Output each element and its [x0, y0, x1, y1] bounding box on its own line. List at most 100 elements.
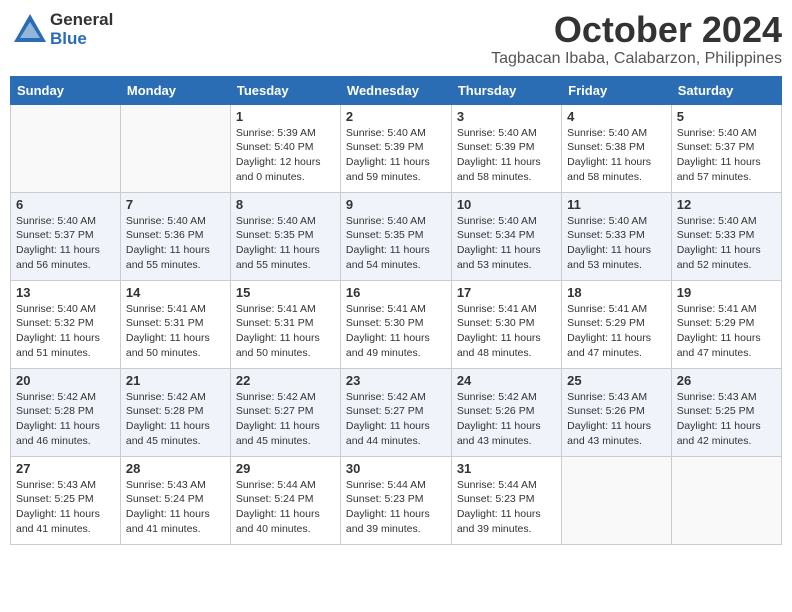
- calendar-cell: [120, 104, 230, 192]
- cell-day-number: 28: [126, 461, 225, 476]
- weekday-header-tuesday: Tuesday: [230, 76, 340, 104]
- cell-day-number: 23: [346, 373, 446, 388]
- cell-day-number: 30: [346, 461, 446, 476]
- cell-info-text: Sunrise: 5:43 AM Sunset: 5:24 PM Dayligh…: [126, 478, 225, 537]
- cell-info-text: Sunrise: 5:40 AM Sunset: 5:36 PM Dayligh…: [126, 214, 225, 273]
- cell-day-number: 29: [236, 461, 335, 476]
- cell-info-text: Sunrise: 5:42 AM Sunset: 5:28 PM Dayligh…: [16, 390, 115, 449]
- cell-day-number: 24: [457, 373, 556, 388]
- calendar-cell: [671, 456, 781, 544]
- cell-day-number: 19: [677, 285, 776, 300]
- cell-info-text: Sunrise: 5:41 AM Sunset: 5:30 PM Dayligh…: [457, 302, 556, 361]
- cell-info-text: Sunrise: 5:42 AM Sunset: 5:27 PM Dayligh…: [346, 390, 446, 449]
- calendar-cell: 19Sunrise: 5:41 AM Sunset: 5:29 PM Dayli…: [671, 280, 781, 368]
- cell-day-number: 7: [126, 197, 225, 212]
- calendar-cell: 7 Sunrise: 5:40 AM Sunset: 5:36 PM Daylig…: [120, 192, 230, 280]
- logo-general-text: General: [50, 11, 113, 30]
- calendar-cell: 1Sunrise: 5:39 AM Sunset: 5:40 PM Daylig…: [230, 104, 340, 192]
- cell-info-text: Sunrise: 5:41 AM Sunset: 5:31 PM Dayligh…: [236, 302, 335, 361]
- weekday-header-sunday: Sunday: [11, 76, 121, 104]
- cell-day-number: 22: [236, 373, 335, 388]
- cell-info-text: Sunrise: 5:40 AM Sunset: 5:33 PM Dayligh…: [677, 214, 776, 273]
- calendar-cell: 27 Sunrise: 5:43 AM Sunset: 5:25 PM Dayli…: [11, 456, 121, 544]
- week-row-4: 20 Sunrise: 5:42 AM Sunset: 5:28 PM Dayli…: [11, 368, 782, 456]
- cell-info-text: Sunrise: 5:40 AM Sunset: 5:39 PM Dayligh…: [346, 126, 446, 185]
- weekday-header-row: SundayMondayTuesdayWednesdayThursdayFrid…: [11, 76, 782, 104]
- calendar-cell: 8 Sunrise: 5:40 AM Sunset: 5:35 PM Daylig…: [230, 192, 340, 280]
- cell-info-text: Sunrise: 5:44 AM Sunset: 5:24 PM Dayligh…: [236, 478, 335, 537]
- calendar-cell: 9 Sunrise: 5:40 AM Sunset: 5:35 PM Daylig…: [340, 192, 451, 280]
- calendar-cell: 21Sunrise: 5:42 AM Sunset: 5:28 PM Dayli…: [120, 368, 230, 456]
- cell-day-number: 6: [16, 197, 115, 212]
- cell-day-number: 9: [346, 197, 446, 212]
- cell-day-number: 15: [236, 285, 335, 300]
- cell-day-number: 2: [346, 109, 446, 124]
- calendar-cell: 4Sunrise: 5:40 AM Sunset: 5:38 PM Daylig…: [562, 104, 672, 192]
- week-row-3: 13Sunrise: 5:40 AM Sunset: 5:32 PM Dayli…: [11, 280, 782, 368]
- cell-info-text: Sunrise: 5:43 AM Sunset: 5:25 PM Dayligh…: [16, 478, 115, 537]
- cell-info-text: Sunrise: 5:41 AM Sunset: 5:31 PM Dayligh…: [126, 302, 225, 361]
- calendar-cell: 3 Sunrise: 5:40 AM Sunset: 5:39 PM Daylig…: [451, 104, 561, 192]
- week-row-1: 1Sunrise: 5:39 AM Sunset: 5:40 PM Daylig…: [11, 104, 782, 192]
- cell-day-number: 14: [126, 285, 225, 300]
- cell-day-number: 31: [457, 461, 556, 476]
- cell-day-number: 3: [457, 109, 556, 124]
- weekday-header-thursday: Thursday: [451, 76, 561, 104]
- cell-info-text: Sunrise: 5:40 AM Sunset: 5:33 PM Dayligh…: [567, 214, 666, 273]
- logo-blue-text: Blue: [50, 30, 113, 49]
- weekday-header-friday: Friday: [562, 76, 672, 104]
- calendar-cell: [11, 104, 121, 192]
- cell-day-number: 21: [126, 373, 225, 388]
- cell-info-text: Sunrise: 5:39 AM Sunset: 5:40 PM Dayligh…: [236, 126, 335, 185]
- calendar-cell: 18 Sunrise: 5:41 AM Sunset: 5:29 PM Dayli…: [562, 280, 672, 368]
- cell-day-number: 12: [677, 197, 776, 212]
- location-title: Tagbacan Ibaba, Calabarzon, Philippines: [491, 50, 782, 68]
- cell-info-text: Sunrise: 5:44 AM Sunset: 5:23 PM Dayligh…: [457, 478, 556, 537]
- cell-info-text: Sunrise: 5:40 AM Sunset: 5:35 PM Dayligh…: [236, 214, 335, 273]
- cell-info-text: Sunrise: 5:43 AM Sunset: 5:26 PM Dayligh…: [567, 390, 666, 449]
- cell-day-number: 11: [567, 197, 666, 212]
- calendar-cell: 28 Sunrise: 5:43 AM Sunset: 5:24 PM Dayli…: [120, 456, 230, 544]
- calendar-cell: 6 Sunrise: 5:40 AM Sunset: 5:37 PM Daylig…: [11, 192, 121, 280]
- calendar-cell: 26Sunrise: 5:43 AM Sunset: 5:25 PM Dayli…: [671, 368, 781, 456]
- week-row-2: 6 Sunrise: 5:40 AM Sunset: 5:37 PM Daylig…: [11, 192, 782, 280]
- cell-day-number: 8: [236, 197, 335, 212]
- cell-day-number: 13: [16, 285, 115, 300]
- cell-day-number: 20: [16, 373, 115, 388]
- week-row-5: 27 Sunrise: 5:43 AM Sunset: 5:25 PM Dayli…: [11, 456, 782, 544]
- calendar-cell: 16Sunrise: 5:41 AM Sunset: 5:30 PM Dayli…: [340, 280, 451, 368]
- calendar-cell: 24Sunrise: 5:42 AM Sunset: 5:26 PM Dayli…: [451, 368, 561, 456]
- cell-day-number: 5: [677, 109, 776, 124]
- cell-day-number: 17: [457, 285, 556, 300]
- calendar-cell: 31 Sunrise: 5:44 AM Sunset: 5:23 PM Dayli…: [451, 456, 561, 544]
- cell-info-text: Sunrise: 5:42 AM Sunset: 5:27 PM Dayligh…: [236, 390, 335, 449]
- weekday-header-monday: Monday: [120, 76, 230, 104]
- calendar-cell: 5Sunrise: 5:40 AM Sunset: 5:37 PM Daylig…: [671, 104, 781, 192]
- cell-info-text: Sunrise: 5:41 AM Sunset: 5:29 PM Dayligh…: [567, 302, 666, 361]
- cell-info-text: Sunrise: 5:44 AM Sunset: 5:23 PM Dayligh…: [346, 478, 446, 537]
- weekday-header-saturday: Saturday: [671, 76, 781, 104]
- month-title: October 2024: [491, 10, 782, 50]
- calendar-cell: 20 Sunrise: 5:42 AM Sunset: 5:28 PM Dayli…: [11, 368, 121, 456]
- header: General Blue October 2024 Tagbacan Ibaba…: [10, 10, 782, 68]
- calendar-cell: 12 Sunrise: 5:40 AM Sunset: 5:33 PM Dayli…: [671, 192, 781, 280]
- cell-day-number: 18: [567, 285, 666, 300]
- cell-info-text: Sunrise: 5:40 AM Sunset: 5:39 PM Dayligh…: [457, 126, 556, 185]
- calendar-cell: 25Sunrise: 5:43 AM Sunset: 5:26 PM Dayli…: [562, 368, 672, 456]
- calendar-cell: 2 Sunrise: 5:40 AM Sunset: 5:39 PM Daylig…: [340, 104, 451, 192]
- cell-info-text: Sunrise: 5:40 AM Sunset: 5:35 PM Dayligh…: [346, 214, 446, 273]
- cell-day-number: 27: [16, 461, 115, 476]
- calendar-cell: 14 Sunrise: 5:41 AM Sunset: 5:31 PM Dayli…: [120, 280, 230, 368]
- logo-icon: [10, 10, 50, 50]
- calendar-cell: 10 Sunrise: 5:40 AM Sunset: 5:34 PM Dayli…: [451, 192, 561, 280]
- calendar-cell: 17 Sunrise: 5:41 AM Sunset: 5:30 PM Dayli…: [451, 280, 561, 368]
- calendar-cell: 23 Sunrise: 5:42 AM Sunset: 5:27 PM Dayli…: [340, 368, 451, 456]
- weekday-header-wednesday: Wednesday: [340, 76, 451, 104]
- cell-info-text: Sunrise: 5:40 AM Sunset: 5:34 PM Dayligh…: [457, 214, 556, 273]
- cell-info-text: Sunrise: 5:40 AM Sunset: 5:37 PM Dayligh…: [16, 214, 115, 273]
- calendar-cell: 11 Sunrise: 5:40 AM Sunset: 5:33 PM Dayli…: [562, 192, 672, 280]
- cell-info-text: Sunrise: 5:43 AM Sunset: 5:25 PM Dayligh…: [677, 390, 776, 449]
- calendar-cell: 15 Sunrise: 5:41 AM Sunset: 5:31 PM Dayli…: [230, 280, 340, 368]
- cell-info-text: Sunrise: 5:41 AM Sunset: 5:30 PM Dayligh…: [346, 302, 446, 361]
- cell-day-number: 10: [457, 197, 556, 212]
